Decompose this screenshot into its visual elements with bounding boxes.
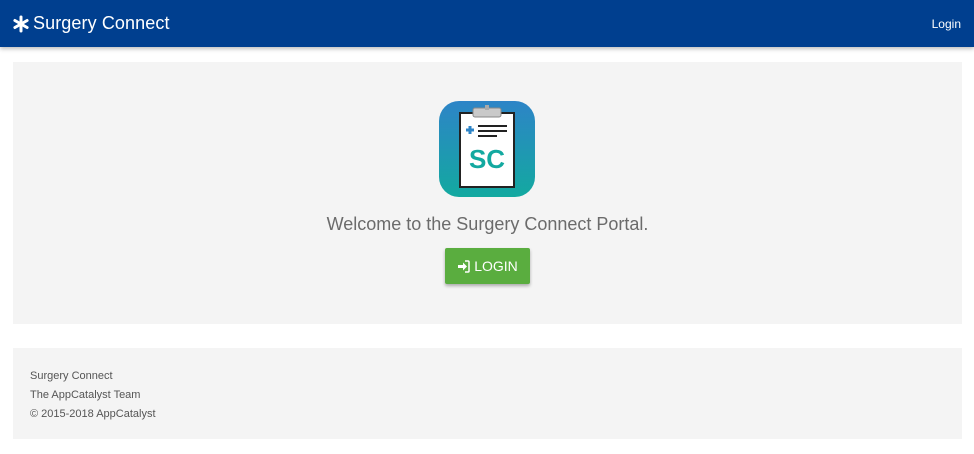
footer: Surgery Connect The AppCatalyst Team © 2… bbox=[13, 348, 962, 439]
brand-title: Surgery Connect bbox=[33, 13, 170, 33]
footer-team: The AppCatalyst Team bbox=[30, 389, 141, 401]
logo-text: SC bbox=[469, 144, 505, 174]
footer-app-name: Surgery Connect bbox=[30, 370, 113, 382]
welcome-text: Welcome to the Surgery Connect Portal. bbox=[326, 214, 649, 234]
brand-link[interactable]: Surgery Connect bbox=[12, 13, 170, 34]
login-button[interactable]: LOGIN bbox=[445, 248, 530, 284]
footer-copyright: © 2015-2018 AppCatalyst bbox=[30, 408, 156, 420]
nav-login-link[interactable]: Login bbox=[932, 17, 961, 31]
welcome-panel: SC Welcome to the Surgery Connect Portal… bbox=[13, 62, 962, 324]
login-button-label: LOGIN bbox=[474, 258, 518, 274]
asterisk-icon bbox=[12, 15, 30, 33]
clipboard-sc-logo: SC bbox=[439, 101, 535, 197]
top-navbar: Surgery Connect Login bbox=[0, 0, 974, 47]
sign-in-icon bbox=[457, 259, 470, 273]
